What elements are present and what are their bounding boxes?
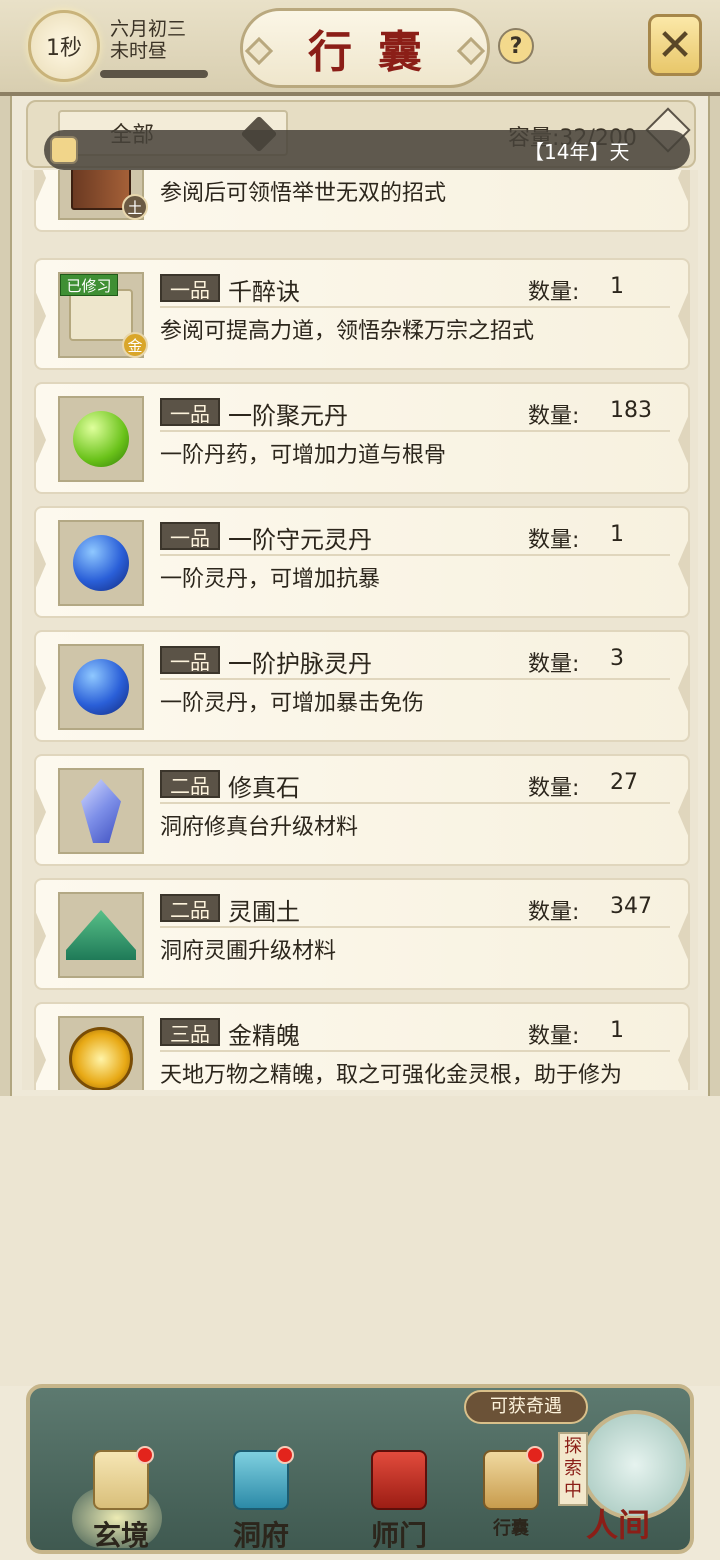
list-item[interactable]: 一品 一阶聚元丹 数量: 183 一阶丹药，可增加力道与根骨 (34, 382, 690, 494)
item-name: 千醉诀 (228, 278, 300, 306)
notification-dot (526, 1446, 544, 1464)
nav-tab-renjian[interactable]: 人间 (586, 1500, 650, 1546)
item-name: 一阶聚元丹 (228, 402, 348, 430)
nav-tab-label: 玄境 (92, 1519, 149, 1552)
item-description: 参阅可提高力道，领悟杂糅万宗之招式 (160, 319, 535, 344)
item-description: 一阶灵丹，可增加暴击免伤 (160, 691, 425, 716)
notification-dot (136, 1446, 154, 1464)
time-progress-bar (100, 70, 208, 78)
quantity-label: 数量: (528, 652, 580, 677)
item-divider (160, 678, 670, 680)
list-item[interactable]: 一品 一阶护脉灵丹 数量: 3 一阶灵丹，可增加暴击免伤 (34, 630, 690, 742)
date-line-2: 未时昼 (110, 40, 168, 62)
quantity-value: 1 (610, 274, 624, 299)
quantity-label: 数量: (528, 900, 580, 925)
encounter-badge[interactable]: 可获奇遇 (464, 1390, 588, 1424)
nav-tab-dongfu[interactable]: 洞府 (206, 1446, 316, 1552)
year-label: 【14年】天 (524, 140, 630, 164)
quantity-label: 数量: (528, 1024, 580, 1049)
banner-icon (371, 1450, 427, 1510)
item-description: 一阶丹药，可增加力道与根骨 (160, 443, 447, 468)
empty-list-area (0, 1096, 720, 1386)
header-bar: 1秒 六月初三 未时昼 行囊 ? ✕ (0, 0, 720, 96)
item-name: 一阶护脉灵丹 (228, 650, 372, 678)
help-button[interactable]: ? (498, 28, 534, 64)
list-item[interactable]: 一品 一阶守元灵丹 数量: 1 一阶灵丹，可增加抗暴 (34, 506, 690, 618)
blue-pill-icon (58, 520, 144, 606)
green-pill-icon (58, 396, 144, 482)
nav-tab-shimen[interactable]: 师门 (344, 1450, 454, 1552)
notification-dot (276, 1446, 294, 1464)
nav-tab-xingnang[interactable]: 行囊 (456, 1446, 566, 1550)
quantity-value: 1 (610, 522, 624, 547)
item-divider (160, 802, 670, 804)
list-item[interactable]: 二品 修真石 数量: 27 洞府修真台升级材料 (34, 754, 690, 866)
nav-tab-xuanjing[interactable]: 玄境 (66, 1446, 176, 1552)
item-divider (160, 430, 670, 432)
list-item[interactable]: 三品 金精魄 数量: 1 天地万物之精魄，取之可强化金灵根，助于修为 (34, 1002, 690, 1090)
grade-tag: 二品 (160, 770, 220, 798)
quantity-value: 1 (610, 1018, 624, 1043)
nav-tab-label: 洞府 (232, 1519, 289, 1552)
quantity-label: 数量: (528, 404, 580, 429)
quantity-value: 3 (610, 646, 624, 671)
game-date: 六月初三 未时昼 (110, 18, 186, 62)
date-line-1: 六月初三 (110, 18, 187, 40)
item-name: 修真石 (228, 774, 300, 802)
element-badge: 金 (122, 332, 148, 358)
crystal-icon (58, 768, 144, 854)
grade-tag: 一品 (160, 522, 220, 550)
close-button[interactable]: ✕ (648, 14, 702, 76)
quantity-value: 347 (610, 894, 652, 919)
learned-badge: 已修习 (60, 274, 118, 296)
item-divider (160, 1050, 670, 1052)
list-item[interactable]: 已修习 金 一品 千醉诀 数量: 1 参阅可提高力道，领悟杂糅万宗之招式 (34, 258, 690, 370)
lock-icon (50, 136, 78, 164)
blue-pill-icon (58, 644, 144, 730)
quantity-value: 27 (610, 770, 638, 795)
grade-tag: 一品 (160, 398, 220, 426)
item-divider (160, 926, 670, 928)
list-item[interactable]: 二品 灵圃土 数量: 347 洞府灵圃升级材料 (34, 878, 690, 990)
item-description: 洞府灵圃升级材料 (160, 939, 337, 964)
quantity-label: 数量: (528, 528, 580, 553)
speed-timer-button[interactable]: 1秒 (28, 10, 100, 82)
quantity-label: 数量: (528, 280, 580, 305)
item-name: 一阶守元灵丹 (228, 526, 372, 554)
item-divider (160, 306, 670, 308)
item-description: 一阶灵丹，可增加抗暴 (160, 567, 381, 592)
grade-tag: 一品 (160, 646, 220, 674)
nav-tab-label: 行囊 (493, 1518, 529, 1539)
gold-medal-icon (58, 1016, 144, 1090)
item-list[interactable]: 土 参阅后可领悟举世无双的招式 已修习 金 一品 千醉诀 数量: 1 参阅可提高… (22, 170, 698, 1090)
grade-tag: 三品 (160, 1018, 220, 1046)
grade-tag: 二品 (160, 894, 220, 922)
nav-tab-label: 师门 (370, 1519, 427, 1552)
page-title: 行囊 (308, 27, 448, 78)
item-description: 参阅后可领悟举世无双的招式 (160, 181, 447, 206)
item-name: 金精魄 (228, 1022, 300, 1050)
grade-tag: 一品 (160, 274, 220, 302)
exploring-tag: 探索中 (558, 1432, 588, 1506)
element-badge: 土 (122, 194, 148, 220)
quantity-value: 183 (610, 398, 652, 423)
list-item[interactable]: 土 参阅后可领悟举世无双的招式 (34, 170, 690, 232)
soil-icon (58, 892, 144, 978)
quantity-label: 数量: (528, 776, 580, 801)
item-name: 灵圃土 (228, 898, 300, 926)
title-plaque: 行囊 (240, 8, 490, 88)
item-description: 洞府修真台升级材料 (160, 815, 359, 840)
item-divider (160, 554, 670, 556)
item-description: 天地万物之精魄，取之可强化金灵根，助于修为 (160, 1063, 623, 1088)
